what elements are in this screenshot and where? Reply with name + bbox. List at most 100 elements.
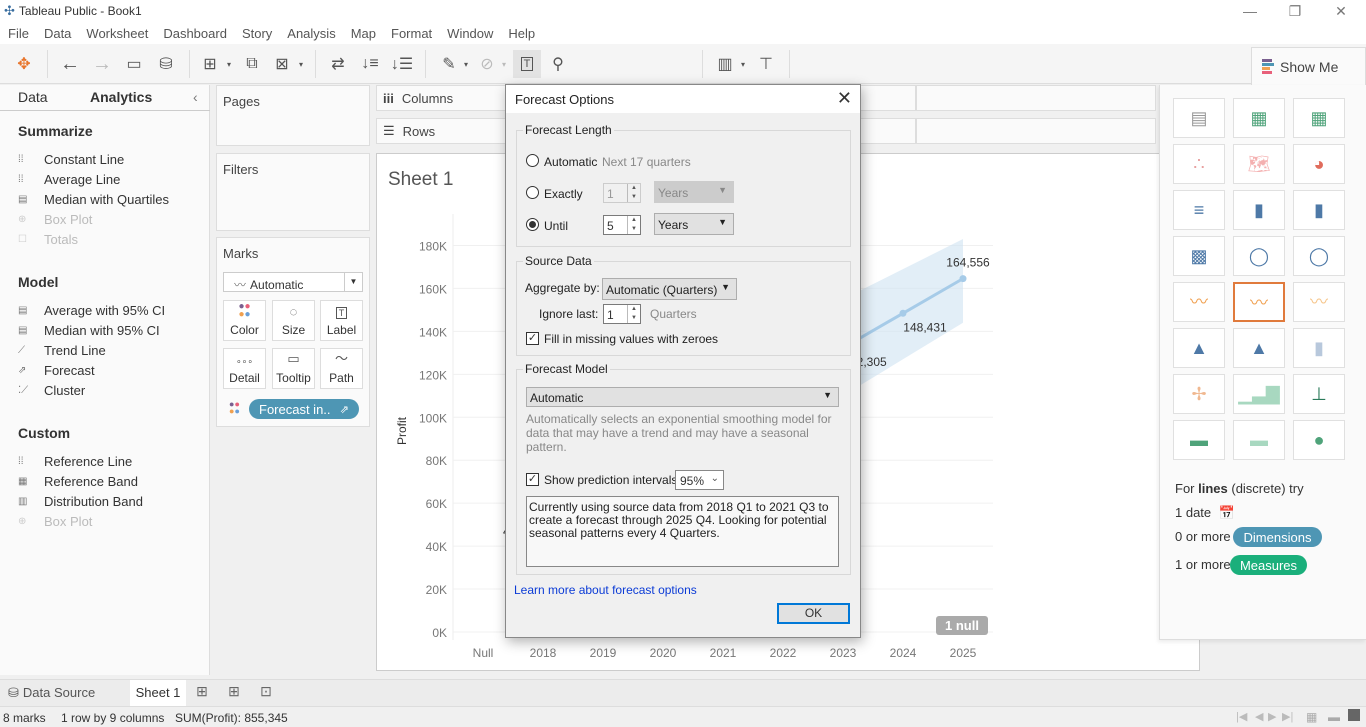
chevron-down-icon[interactable]: ▾ <box>296 52 306 76</box>
duplicate-sheet-icon[interactable]: ⧉ <box>240 52 264 76</box>
item-distribution-band[interactable]: ▥ Distribution Band <box>18 494 143 509</box>
menu-file[interactable]: File <box>8 26 29 41</box>
sort-descending-icon[interactable]: ↓☰ <box>390 52 414 76</box>
new-dashboard-tab-icon[interactable]: ⊞ <box>222 683 246 700</box>
highlight-icon[interactable]: ✎ <box>437 52 461 76</box>
menu-analysis[interactable]: Analysis <box>287 26 335 41</box>
rows-shelf-drop[interactable] <box>916 118 1156 144</box>
until-value-spinner[interactable]: 5 ▲ ▼ <box>603 215 641 235</box>
radio-until[interactable] <box>526 218 539 231</box>
chart-type-area-continuous-icon[interactable]: ▲ <box>1173 328 1225 368</box>
item-average-ci[interactable]: ▤ Average with 95% CI <box>18 303 165 318</box>
item-average-line[interactable]: ⁞⁞ Average Line <box>18 172 120 187</box>
chart-type-highlight-table-icon[interactable]: ▦ <box>1293 98 1345 138</box>
color-button[interactable]: ●● ●● Color <box>223 300 266 341</box>
pages-card[interactable]: Pages <box>216 85 370 146</box>
chart-type-histogram-icon[interactable]: ▁▃▇ <box>1233 374 1285 414</box>
menu-story[interactable]: Story <box>242 26 272 41</box>
chart-type-box-whisker-icon[interactable]: ⊥ <box>1293 374 1345 414</box>
undo-icon[interactable]: ← <box>58 52 82 76</box>
menu-format[interactable]: Format <box>391 26 432 41</box>
interval-select[interactable]: 95% ⌄ <box>675 470 724 490</box>
item-reference-line[interactable]: ⁞⁞ Reference Line <box>18 454 132 469</box>
show-cards-icon[interactable]: ▥ <box>713 52 737 76</box>
learn-more-link[interactable]: Learn more about forecast options <box>514 583 697 597</box>
pin-axis-icon[interactable]: ⚲ <box>546 52 570 76</box>
chart-type-dual-combination-icon[interactable]: ▮ <box>1293 328 1345 368</box>
swap-rows-columns-icon[interactable]: ⇄ <box>326 52 350 76</box>
fill-missing-checkbox[interactable]: ✓ <box>526 332 539 345</box>
radio-automatic[interactable] <box>526 154 539 167</box>
chart-type-side-by-side-circles-icon[interactable]: ◯ <box>1293 236 1345 276</box>
forecast-indicator-pill[interactable]: Forecast in.. ⇗ <box>249 399 359 419</box>
tooltip-button[interactable]: ▭ Tooltip <box>272 348 315 389</box>
new-worksheet-tab-icon[interactable]: ⊞ <box>190 683 214 700</box>
show-intervals-checkbox[interactable]: ✓ <box>526 473 539 486</box>
mark-type-select[interactable]: 〰 Automatic ▼ <box>223 272 363 292</box>
chart-type-scatter-plot-icon[interactable]: ✢ <box>1173 374 1225 414</box>
chart-type-discrete-lines-icon[interactable]: 〰 <box>1233 282 1285 322</box>
chart-type-bullet-graph-icon[interactable]: ▬ <box>1233 420 1285 460</box>
item-trend-line[interactable]: ⟋ Trend Line <box>18 343 106 358</box>
tab-analytics[interactable]: Analytics <box>90 89 152 105</box>
exactly-unit-select[interactable]: Years ▼ <box>654 181 734 203</box>
new-worksheet-icon[interactable]: ⊞ <box>198 52 222 76</box>
show-mark-labels-icon[interactable]: T <box>513 50 541 78</box>
chart-type-area-discrete-icon[interactable]: ▲ <box>1233 328 1285 368</box>
until-unit-select[interactable]: Years ▼ <box>654 213 734 235</box>
minimize-button[interactable]: — <box>1227 0 1273 22</box>
menu-window[interactable]: Window <box>447 26 493 41</box>
menu-worksheet[interactable]: Worksheet <box>86 26 148 41</box>
chart-type-horizontal-bars-icon[interactable]: ≡ <box>1173 190 1225 230</box>
presentation-mode-icon[interactable]: ⊤ <box>754 52 778 76</box>
chevron-down-icon[interactable]: ▾ <box>461 52 471 76</box>
item-forecast[interactable]: ⇗ Forecast <box>18 363 95 378</box>
item-median-ci[interactable]: ▤ Median with 95% CI <box>18 323 160 338</box>
sheet-tab-active[interactable]: Sheet 1 <box>130 680 186 707</box>
chart-type-dual-lines-icon[interactable]: 〰 <box>1293 282 1345 322</box>
item-constant-line[interactable]: ⁞⁞ Constant Line <box>18 152 124 167</box>
ignore-last-spinner[interactable]: 1 ▲ ▼ <box>603 304 641 324</box>
tab-data[interactable]: Data <box>18 89 48 105</box>
null-indicator-badge[interactable]: 1 null <box>936 616 988 635</box>
show-me-tab[interactable]: Show Me <box>1251 47 1366 85</box>
chart-type-symbol-map-icon[interactable]: ∴ <box>1173 144 1225 184</box>
close-window-button[interactable]: ✕ <box>1318 0 1364 22</box>
filters-card[interactable]: Filters <box>216 153 370 231</box>
chart-type-heat-map-icon[interactable]: ▦ <box>1233 98 1285 138</box>
chart-type-text-table-icon[interactable]: ▤ <box>1173 98 1225 138</box>
exactly-value-spinner[interactable]: 1 ▲ ▼ <box>603 183 641 203</box>
group-paperclip-icon[interactable]: ⊘ <box>475 52 499 76</box>
chart-type-gantt-icon[interactable]: ▬ <box>1173 420 1225 460</box>
item-cluster[interactable]: ⁚⟋ Cluster <box>18 383 85 398</box>
restore-button[interactable]: ❐ <box>1272 0 1318 22</box>
close-dialog-button[interactable]: ✕ <box>837 88 852 109</box>
filmstrip-view-icon[interactable]: ▦ <box>1306 710 1317 724</box>
path-button[interactable]: 〜 Path <box>320 348 363 389</box>
prev-page-icon[interactable]: ◀ <box>1255 710 1263 723</box>
chart-type-side-by-side-bars-icon[interactable]: ▮ <box>1293 190 1345 230</box>
data-source-tab[interactable]: ⛁ Data Source <box>8 685 95 701</box>
next-page-icon[interactable]: ▶ <box>1268 710 1276 723</box>
chevron-down-icon[interactable]: ▾ <box>224 52 234 76</box>
redo-icon[interactable]: → <box>90 52 114 76</box>
menu-dashboard[interactable]: Dashboard <box>163 26 227 41</box>
forecast-model-select[interactable]: Automatic ▼ <box>526 387 839 407</box>
size-button[interactable]: ◌ Size <box>272 300 315 341</box>
detail-button[interactable]: ∘∘∘ Detail <box>223 348 266 389</box>
new-data-source-icon[interactable]: ⛁ <box>154 52 178 76</box>
chart-type-continuous-lines-icon[interactable]: 〰 <box>1173 282 1225 322</box>
chevron-down-icon[interactable]: ▾ <box>738 52 748 76</box>
item-median-quartiles[interactable]: ▤ Median with Quartiles <box>18 192 169 207</box>
menu-help[interactable]: Help <box>508 26 535 41</box>
first-page-icon[interactable]: |◀ <box>1236 710 1247 723</box>
chart-type-pie-chart-icon[interactable]: ◕ <box>1293 144 1345 184</box>
menu-map[interactable]: Map <box>351 26 376 41</box>
chart-type-packed-bubbles-icon[interactable]: ● <box>1293 420 1345 460</box>
chart-type-treemap-icon[interactable]: ▩ <box>1173 236 1225 276</box>
clear-sheet-icon[interactable]: ⊠ <box>270 52 294 76</box>
save-icon[interactable]: ▭ <box>122 52 146 76</box>
ok-button[interactable]: OK <box>777 603 850 624</box>
sort-ascending-icon[interactable]: ↓≡ <box>358 52 382 76</box>
new-story-tab-icon[interactable]: ⊡ <box>254 683 278 700</box>
